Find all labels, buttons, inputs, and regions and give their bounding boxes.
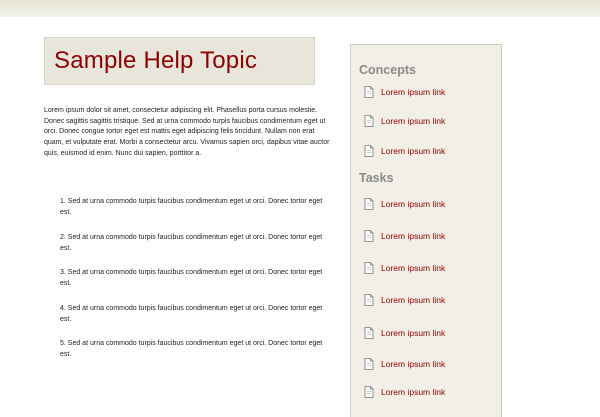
concept-link[interactable]: Lorem ipsum link: [364, 145, 445, 157]
help-page: Sample Help Topic Lorem ipsum dolor sit …: [0, 0, 600, 417]
link-label: Lorem ipsum link: [381, 263, 446, 273]
task-link[interactable]: Lorem ipsum link: [364, 294, 445, 306]
task-link[interactable]: Lorem ipsum link: [364, 262, 445, 274]
document-icon: [364, 198, 374, 210]
document-icon: [364, 115, 374, 127]
document-icon: [364, 262, 374, 274]
step-item: 1. Sed at urna commodo turpis faucibus c…: [60, 198, 323, 216]
concept-link[interactable]: Lorem ipsum link: [364, 86, 445, 98]
document-icon: [364, 86, 374, 98]
link-label: Lorem ipsum link: [381, 295, 446, 305]
document-icon: [364, 145, 374, 157]
document-icon: [364, 230, 374, 242]
task-link[interactable]: Lorem ipsum link: [364, 230, 445, 242]
link-label: Lorem ipsum link: [381, 87, 446, 97]
document-icon: [364, 386, 374, 398]
document-icon: [364, 327, 374, 339]
link-label: Lorem ipsum link: [381, 231, 446, 241]
step-item: 4. Sed at urna commodo turpis faucibus c…: [60, 304, 323, 323]
page-title: Sample Help Topic: [54, 47, 258, 74]
document-icon: [364, 294, 374, 306]
document-icon: [364, 358, 374, 370]
link-label: Lorem ipsum link: [381, 387, 446, 397]
link-label: Lorem ipsum link: [381, 146, 446, 156]
link-label: Lorem ipsum link: [381, 359, 446, 369]
step-item: 2. Sed at urna commodo turpis faucibus c…: [60, 233, 323, 252]
task-link[interactable]: Lorem ipsum link: [364, 327, 445, 339]
step-item: 3. Sed at urna commodo turpis faucibus c…: [60, 269, 323, 287]
steps-list: 1. Sed at urna commodo turpis faucibus c…: [60, 196, 330, 374]
intro-paragraph: Lorem ipsum dolor sit amet, consectetur …: [44, 107, 330, 157]
related-sidebar: Concepts Lorem ipsum link Lorem ipsum li…: [350, 44, 502, 417]
top-banner: [0, 0, 600, 17]
tasks-heading: Tasks: [359, 171, 394, 185]
concept-link[interactable]: Lorem ipsum link: [364, 115, 445, 127]
link-label: Lorem ipsum link: [381, 199, 446, 209]
task-link[interactable]: Lorem ipsum link: [364, 358, 445, 370]
task-link[interactable]: Lorem ipsum link: [364, 198, 445, 210]
title-box: Sample Help Topic: [44, 37, 315, 85]
link-label: Lorem ipsum link: [381, 328, 446, 338]
concepts-heading: Concepts: [359, 63, 416, 77]
task-link[interactable]: Lorem ipsum link: [364, 386, 445, 398]
link-label: Lorem ipsum link: [381, 116, 446, 126]
step-item: 5. Sed at urna commodo turpis faucibus c…: [60, 340, 323, 358]
